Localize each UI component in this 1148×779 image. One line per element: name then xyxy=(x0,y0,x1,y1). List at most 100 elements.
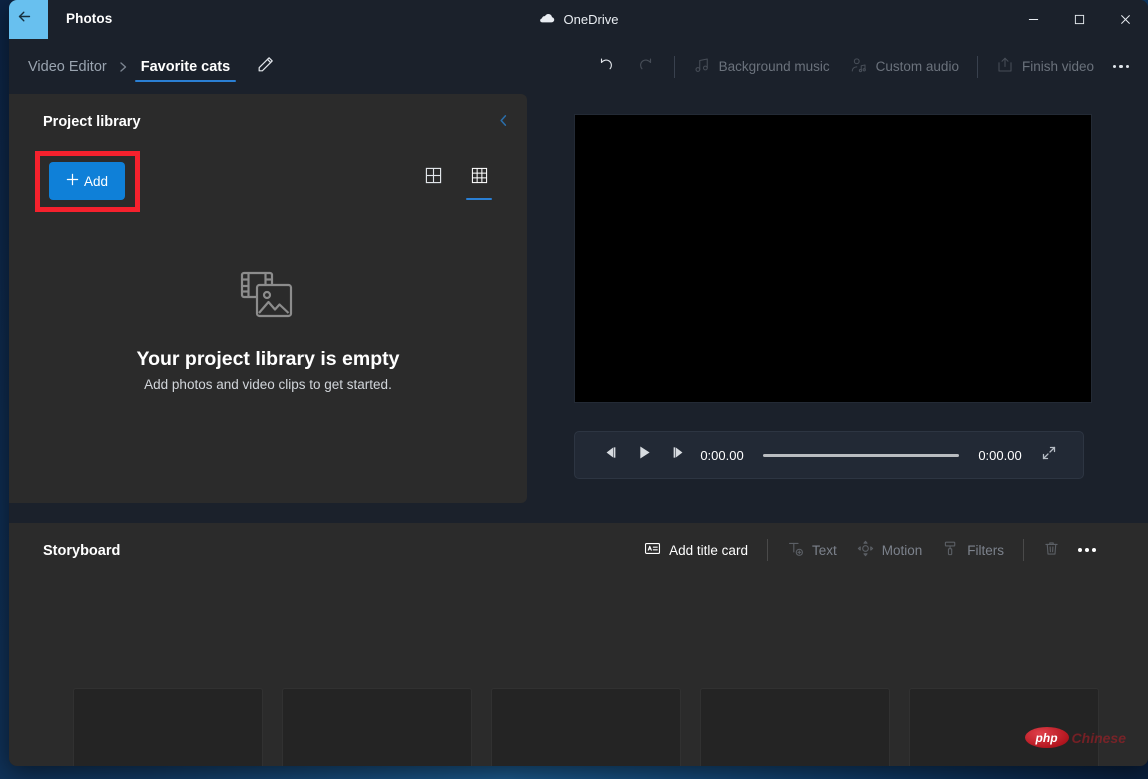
undo-icon xyxy=(597,56,615,77)
filters-label: Filters xyxy=(967,543,1004,558)
play-icon xyxy=(638,445,651,465)
photos-app-window: Photos OneDrive Video Editor xyxy=(9,0,1148,766)
photo-filmstrip-icon xyxy=(239,270,297,324)
text-button[interactable]: Text xyxy=(777,533,847,567)
total-time-label: 0:00.00 xyxy=(973,448,1027,463)
storyboard-clip-slot[interactable] xyxy=(700,688,890,766)
background-music-button[interactable]: Background music xyxy=(683,50,840,84)
motion-button[interactable]: Motion xyxy=(847,533,933,567)
add-button-label: Add xyxy=(84,174,108,189)
storyboard-panel: Storyboard Add title card xyxy=(9,523,1148,766)
finish-video-label: Finish video xyxy=(1022,59,1094,74)
more-options-button[interactable] xyxy=(1104,50,1138,84)
back-button[interactable] xyxy=(9,0,48,39)
storyboard-clip-slot[interactable] xyxy=(282,688,472,766)
grid-3x3-icon xyxy=(471,167,488,189)
editor-body: Project library Add xyxy=(9,94,1148,766)
empty-state-title: Your project library is empty xyxy=(137,348,400,371)
project-library-panel: Project library Add xyxy=(9,94,527,503)
current-time-label: 0:00.00 xyxy=(695,448,749,463)
grid-view-large-button[interactable] xyxy=(417,162,449,194)
command-bar: Video Editor Favorite cats xyxy=(9,39,1148,94)
window-controls xyxy=(1010,0,1148,39)
dot-3 xyxy=(1092,548,1096,552)
empty-state-subtitle: Add photos and video clips to get starte… xyxy=(144,377,392,392)
plus-icon xyxy=(66,173,79,189)
scrubber-track xyxy=(763,454,959,457)
toolbar-divider-2 xyxy=(977,56,978,78)
redo-button[interactable] xyxy=(626,50,666,84)
collapse-panel-button[interactable] xyxy=(487,107,519,139)
cloud-icon xyxy=(539,10,556,29)
storyboard-clip-slot[interactable] xyxy=(909,688,1099,766)
view-toggle-group xyxy=(417,162,495,194)
title-bar: Photos OneDrive xyxy=(9,0,1148,39)
video-preview-pane: 0:00.00 0:00.00 xyxy=(574,114,1092,479)
dot-3 xyxy=(1126,65,1130,69)
chevron-left-icon xyxy=(497,114,510,132)
share-export-icon xyxy=(996,56,1014,77)
dot-2 xyxy=(1085,548,1089,552)
custom-audio-label: Custom audio xyxy=(876,59,959,74)
undo-button[interactable] xyxy=(586,50,626,84)
maximize-button[interactable] xyxy=(1056,0,1102,39)
next-frame-icon xyxy=(671,445,686,465)
add-title-card-label: Add title card xyxy=(669,543,748,558)
storyboard-title: Storyboard xyxy=(43,543,120,559)
title-card-icon xyxy=(644,540,661,560)
add-button[interactable]: Add xyxy=(49,162,125,200)
storyboard-clip-slot[interactable] xyxy=(73,688,263,766)
add-title-card-button[interactable]: Add title card xyxy=(634,533,758,567)
filters-button[interactable]: Filters xyxy=(932,533,1014,567)
storyboard-toolbar: Add title card Text xyxy=(634,533,1104,567)
toolbar-divider xyxy=(674,56,675,78)
editor-toolbar: Background music Custom audio xyxy=(586,39,1138,94)
arrow-left-icon xyxy=(16,8,33,30)
close-button[interactable] xyxy=(1102,0,1148,39)
redo-icon xyxy=(637,56,655,77)
breadcrumb: Video Editor Favorite cats xyxy=(22,39,283,94)
onedrive-status: OneDrive xyxy=(9,10,1148,29)
fullscreen-button[interactable] xyxy=(1033,439,1065,471)
breadcrumb-video-editor[interactable]: Video Editor xyxy=(22,59,113,75)
scrubber[interactable] xyxy=(763,443,959,467)
storyboard-clip-strip xyxy=(73,688,1118,766)
dot-2 xyxy=(1119,65,1123,69)
dot-1 xyxy=(1113,65,1117,69)
text-icon xyxy=(787,540,804,560)
storyboard-clip-slot[interactable] xyxy=(491,688,681,766)
motion-label: Motion xyxy=(882,543,923,558)
library-empty-state: Your project library is empty Add photos… xyxy=(9,270,527,392)
play-button[interactable] xyxy=(627,438,661,472)
next-frame-button[interactable] xyxy=(661,438,695,472)
breadcrumb-current-project[interactable]: Favorite cats xyxy=(134,39,237,94)
storyboard-divider-2 xyxy=(1023,539,1024,561)
rename-project-button[interactable] xyxy=(247,49,283,85)
grid-view-small-button[interactable] xyxy=(463,162,495,194)
storyboard-more-options-button[interactable] xyxy=(1070,533,1104,567)
filters-icon xyxy=(942,540,959,560)
music-note-icon xyxy=(693,56,711,77)
pencil-icon xyxy=(256,55,275,79)
background-music-label: Background music xyxy=(719,59,830,74)
delete-button[interactable] xyxy=(1033,533,1070,567)
playback-controls: 0:00.00 0:00.00 xyxy=(574,431,1084,479)
project-library-title: Project library xyxy=(43,114,141,130)
onedrive-label: OneDrive xyxy=(564,12,619,27)
dot-1 xyxy=(1078,548,1082,552)
custom-audio-icon xyxy=(850,56,868,77)
video-preview-surface[interactable] xyxy=(574,114,1092,403)
finish-video-button[interactable]: Finish video xyxy=(986,50,1104,84)
previous-frame-button[interactable] xyxy=(593,438,627,472)
fullscreen-icon xyxy=(1041,445,1057,466)
app-title: Photos xyxy=(66,11,112,26)
text-label: Text xyxy=(812,543,837,558)
trash-icon xyxy=(1043,540,1060,560)
minimize-button[interactable] xyxy=(1010,0,1056,39)
previous-frame-icon xyxy=(603,445,618,465)
chevron-right-icon xyxy=(113,61,134,73)
grid-2x2-icon xyxy=(425,167,442,189)
storyboard-divider xyxy=(767,539,768,561)
custom-audio-button[interactable]: Custom audio xyxy=(840,50,969,84)
motion-icon xyxy=(857,540,874,560)
